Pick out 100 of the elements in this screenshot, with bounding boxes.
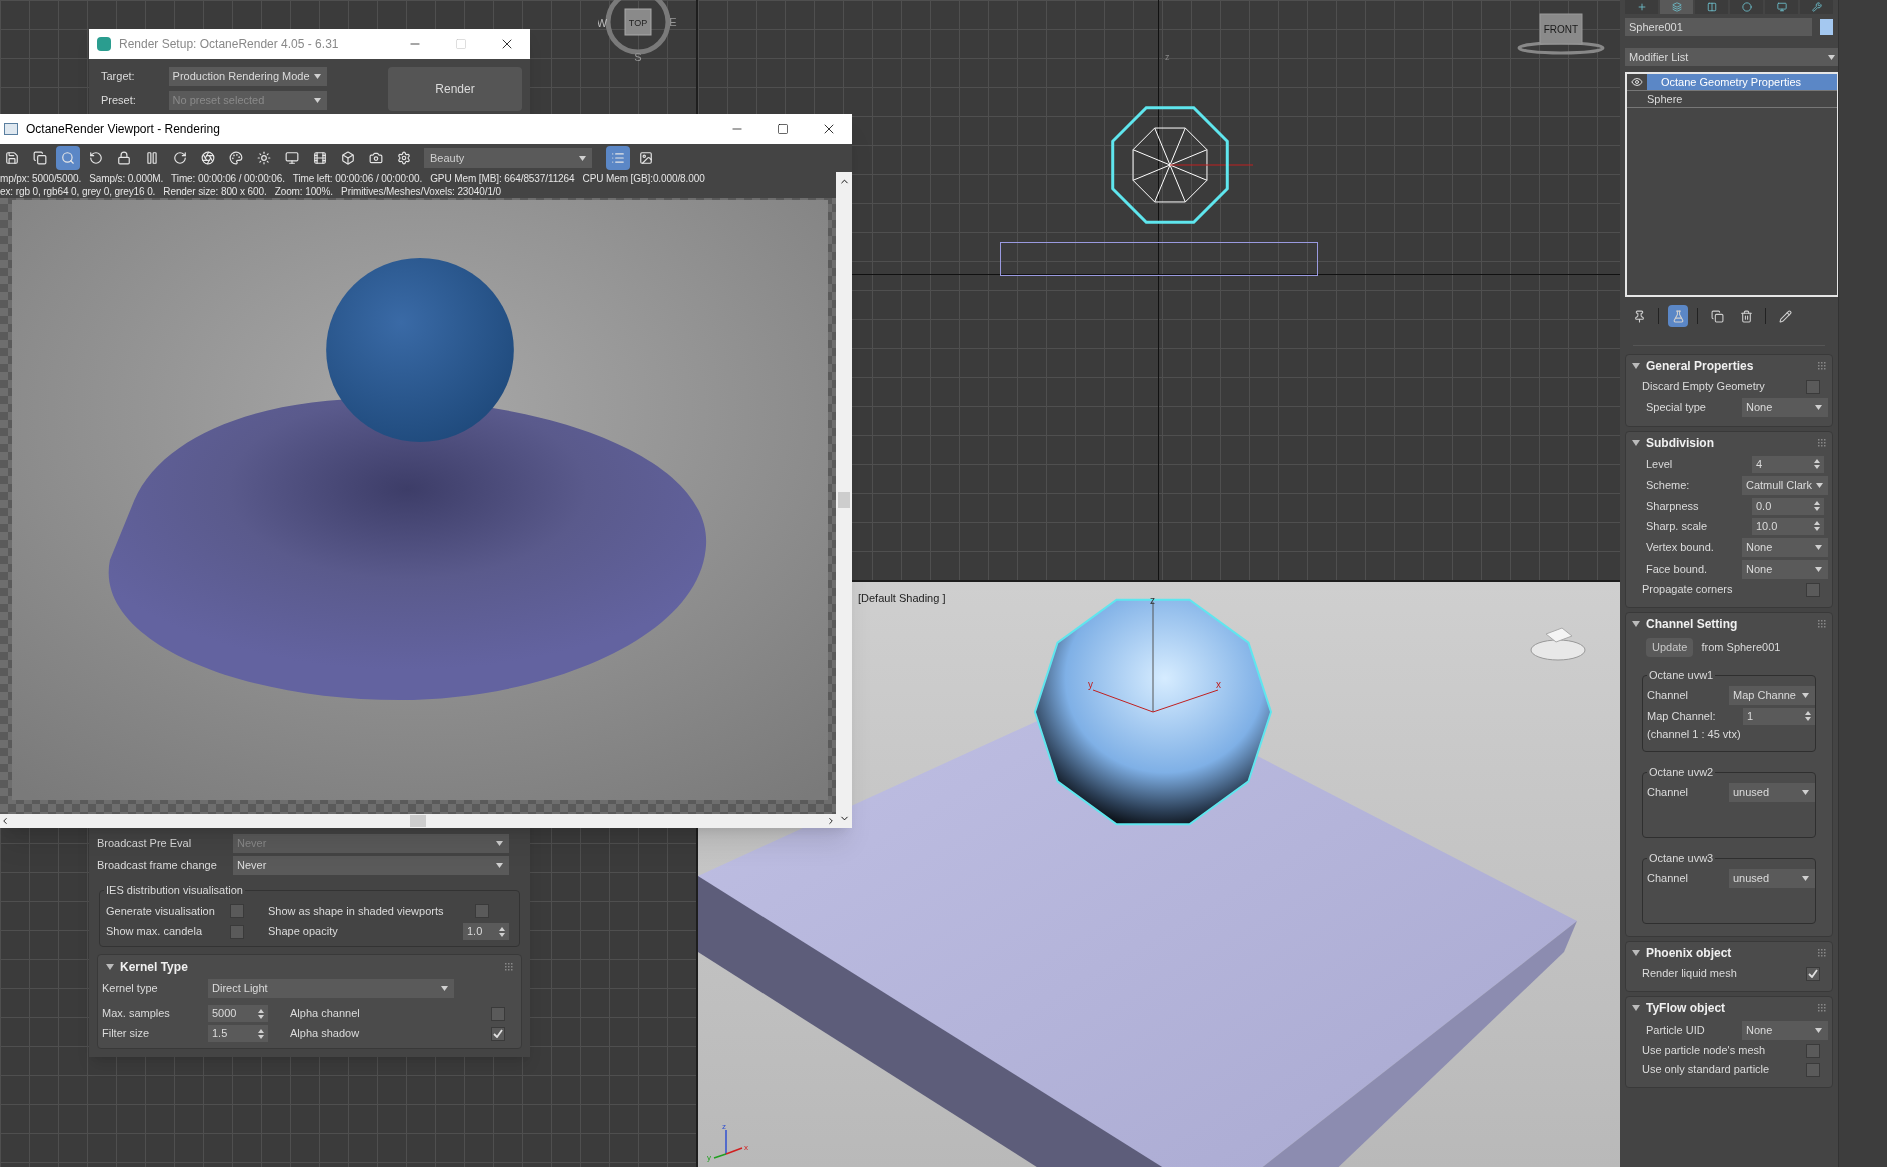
dropdown[interactable]: unused (1729, 782, 1815, 802)
checkbox[interactable] (1806, 582, 1820, 597)
field-label: Kernel type (102, 981, 159, 997)
layers-icon (1671, 2, 1682, 12)
option-label: Show as shape in shaded viewports (268, 903, 444, 919)
grip-icon[interactable] (1818, 362, 1826, 370)
viewport[interactable]: [Default Shading ] z y x z y x (698, 582, 1620, 1167)
caret-icon (496, 840, 503, 846)
stack-item[interactable]: Sphere (1647, 91, 1837, 107)
collapse-triangle-icon[interactable] (1632, 362, 1640, 370)
checkbox[interactable] (230, 924, 244, 939)
checkmark-icon (493, 1029, 503, 1038)
option-label: Show max. candela (106, 924, 202, 940)
rollout-header[interactable]: TyFlow object (1632, 999, 1726, 1017)
copy-icon (1710, 309, 1724, 323)
spinner-field[interactable]: 1.5 (208, 1025, 268, 1042)
option-label: Alpha shadow (290, 1026, 360, 1042)
dropdown[interactable]: None (1742, 537, 1828, 557)
checkbox[interactable] (1806, 966, 1820, 981)
panel-tab[interactable] (1695, 0, 1728, 14)
checkbox[interactable] (1806, 1043, 1820, 1058)
grip-icon[interactable] (1818, 949, 1826, 957)
monitor-icon (285, 151, 299, 165)
app-icon (97, 37, 111, 51)
dropdown[interactable]: None (1742, 1020, 1828, 1040)
spinner-arrows-icon (1814, 501, 1820, 511)
collapse-triangle-icon[interactable] (1632, 1004, 1640, 1012)
spinner-field[interactable]: 10.0 (1752, 517, 1824, 535)
spinner-arrows-icon (1814, 521, 1820, 531)
rotate-right-icon (173, 151, 187, 165)
dropdown[interactable]: None (1742, 397, 1828, 417)
spinner-field[interactable]: 1 (1743, 707, 1815, 725)
spinner-field[interactable]: 5000 (208, 1005, 268, 1022)
scroll-thumb[interactable] (410, 815, 426, 827)
scroll-left-icon[interactable] (0, 816, 10, 826)
checkbox[interactable] (230, 903, 244, 918)
group-title: Octane uvw2 (1647, 765, 1716, 779)
collapse-triangle-icon[interactable] (106, 963, 114, 971)
dropdown[interactable]: Catmull Clark (1742, 475, 1828, 495)
toolbar-button[interactable] (56, 146, 80, 170)
checkbox[interactable] (491, 1006, 505, 1021)
spinner-field[interactable]: 1.0 (463, 923, 509, 940)
checkbox[interactable] (475, 903, 489, 918)
field-label: Broadcast frame change (97, 857, 218, 873)
checkbox[interactable] (491, 1026, 505, 1041)
dropdown[interactable]: None (1742, 559, 1828, 579)
scroll-right-icon[interactable] (826, 816, 836, 826)
axis-gizmo-drawing: z y x (706, 1122, 756, 1162)
caret-icon (1815, 544, 1822, 550)
option-label: Render liquid mesh (1642, 966, 1737, 982)
stack-item[interactable]: Octane Geometry Properties (1647, 74, 1837, 90)
grip-icon[interactable] (505, 963, 513, 971)
dropdown[interactable]: unused (1729, 868, 1815, 888)
modifier-list-dropdown[interactable]: Modifier List (1625, 48, 1839, 66)
rollout-header[interactable]: Subdivision (1632, 434, 1714, 452)
object-name-field[interactable]: Sphere001 (1625, 18, 1813, 36)
pass-dropdown[interactable]: Beauty (424, 148, 592, 168)
magnifier-icon (61, 151, 75, 165)
panel-tab[interactable] (1800, 0, 1833, 14)
stack-tool-button[interactable] (1668, 305, 1688, 327)
pause-icon (145, 151, 159, 165)
plane-outline[interactable] (1000, 242, 1318, 276)
panel-tab[interactable] (1765, 0, 1798, 14)
rollout-header[interactable]: General Properties (1632, 357, 1754, 375)
color-swatch[interactable] (1820, 19, 1833, 35)
columns-icon (1706, 2, 1717, 12)
update-button[interactable]: Update (1646, 637, 1694, 657)
collapse-triangle-icon[interactable] (1632, 620, 1640, 628)
render-button[interactable]: Render (388, 67, 522, 111)
lock-icon (117, 151, 131, 165)
checkbox[interactable] (1806, 1062, 1820, 1077)
scroll-thumb[interactable] (838, 492, 850, 508)
viewcube-drawing[interactable]: FRONT (1516, 10, 1606, 60)
grip-icon[interactable] (1818, 1004, 1826, 1012)
dropdown[interactable]: Production Rendering Mode (168, 67, 327, 86)
dropdown[interactable]: Never (233, 855, 509, 875)
rollout-header[interactable]: Kernel Type (106, 958, 188, 976)
rotate-left-icon (89, 151, 103, 165)
viewport-label[interactable]: [Default Shading ] (858, 590, 946, 607)
checkbox[interactable] (1806, 379, 1820, 394)
view-button[interactable] (606, 146, 630, 170)
maximize-icon (777, 123, 789, 135)
field-label: Special type (1646, 399, 1706, 415)
panel-tab[interactable] (1660, 0, 1693, 14)
dropdown[interactable]: Direct Light (208, 979, 454, 998)
eye-icon[interactable] (1631, 76, 1643, 88)
spinner-field[interactable]: 4 (1752, 455, 1824, 473)
caret-icon (1815, 404, 1822, 410)
panel-tab[interactable] (1730, 0, 1763, 14)
spinner-field[interactable]: 0.0 (1752, 497, 1824, 515)
caret-icon (1802, 875, 1809, 881)
rollout-header[interactable]: Phoenix object (1632, 944, 1732, 962)
collapse-triangle-icon[interactable] (1632, 439, 1640, 447)
grip-icon[interactable] (1818, 439, 1826, 447)
rollout-header[interactable]: Channel Setting (1632, 615, 1738, 633)
grip-icon[interactable] (1818, 620, 1826, 628)
dropdown[interactable]: Map Channe (1729, 685, 1815, 705)
field-label: Particle UID (1646, 1022, 1705, 1038)
group-title: Octane uvw1 (1647, 668, 1716, 682)
collapse-triangle-icon[interactable] (1632, 949, 1640, 957)
